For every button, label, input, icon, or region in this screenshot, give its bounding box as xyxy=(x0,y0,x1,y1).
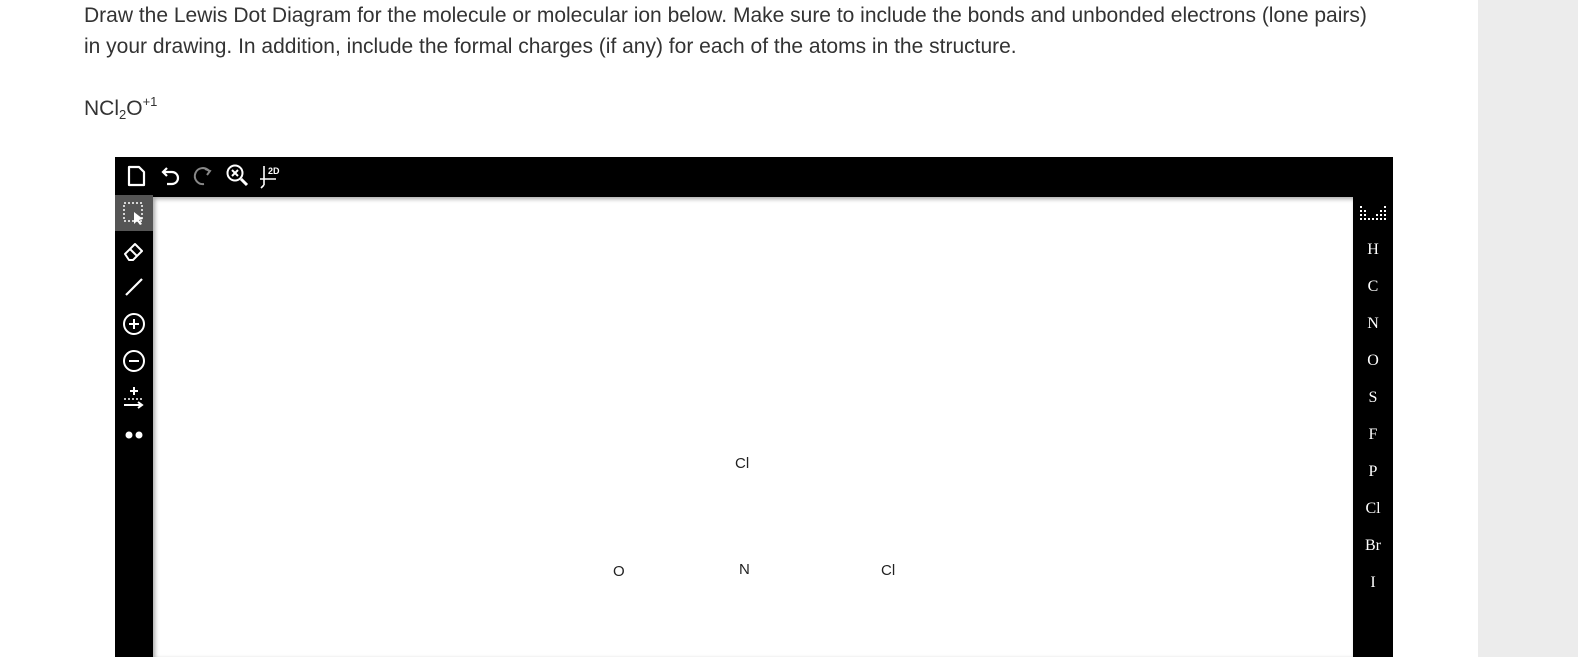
redo-icon xyxy=(193,167,212,186)
redo-button[interactable] xyxy=(189,161,219,191)
select-icon xyxy=(123,202,143,225)
new-document-button[interactable] xyxy=(121,161,151,191)
formula-charge: +1 xyxy=(142,94,158,109)
question-prompt: Draw the Lewis Dot Diagram for the molec… xyxy=(84,4,1367,58)
right-gutter xyxy=(1478,0,1578,657)
minus-charge-icon xyxy=(123,350,145,372)
molecule-formula: NCl2O+1 xyxy=(84,94,157,122)
drawing-canvas[interactable]: Cl O N Cl xyxy=(153,197,1353,657)
new-document-icon xyxy=(127,165,146,187)
periodic-table-icon xyxy=(1360,206,1386,220)
negative-charge-tool[interactable] xyxy=(115,343,153,379)
positive-charge-tool[interactable] xyxy=(115,306,153,342)
lone-pair-icon xyxy=(125,431,143,439)
periodic-table-button[interactable] xyxy=(1353,195,1393,231)
element-i-button[interactable]: I xyxy=(1353,564,1393,601)
element-n-button[interactable]: N xyxy=(1353,305,1393,342)
charge-shift-icon xyxy=(124,387,144,409)
molecule-editor: 2D Cl O N Cl H C N O S F P Cl Br I xyxy=(115,157,1393,657)
element-s-button[interactable]: S xyxy=(1353,379,1393,416)
zoom-reset-button[interactable] xyxy=(223,161,253,191)
single-bond-tool[interactable] xyxy=(115,269,153,305)
element-br-button[interactable]: Br xyxy=(1353,527,1393,564)
atom-n[interactable]: N xyxy=(739,561,750,578)
editor-right-toolbar: H C N O S F P Cl Br I xyxy=(1353,195,1393,657)
element-c-button[interactable]: C xyxy=(1353,268,1393,305)
element-p-button[interactable]: P xyxy=(1353,453,1393,490)
atom-cl-right[interactable]: Cl xyxy=(881,562,895,579)
clean-2d-label: 2D xyxy=(268,166,280,176)
formula-base: NCl xyxy=(84,97,119,120)
question-text: Draw the Lewis Dot Diagram for the molec… xyxy=(84,0,1384,62)
bond-icon xyxy=(125,278,143,296)
atom-o[interactable]: O xyxy=(613,563,625,580)
clean-2d-icon: 2D xyxy=(260,166,280,189)
editor-top-toolbar: 2D xyxy=(115,157,1399,195)
charge-shift-tool[interactable] xyxy=(115,380,153,416)
lone-pair-tool[interactable] xyxy=(115,417,153,453)
atom-cl-top[interactable]: Cl xyxy=(735,455,749,472)
element-f-button[interactable]: F xyxy=(1353,416,1393,453)
plus-charge-icon xyxy=(123,313,145,335)
clean-2d-button[interactable]: 2D xyxy=(257,161,287,191)
erase-tool[interactable] xyxy=(115,232,153,268)
eraser-icon xyxy=(124,243,143,261)
editor-left-toolbar xyxy=(115,195,153,657)
element-o-button[interactable]: O xyxy=(1353,342,1393,379)
select-tool[interactable] xyxy=(115,195,153,231)
undo-button[interactable] xyxy=(155,161,185,191)
formula-element2: O xyxy=(126,97,143,120)
element-h-button[interactable]: H xyxy=(1353,231,1393,268)
zoom-reset-icon xyxy=(226,164,249,187)
undo-icon xyxy=(161,167,180,186)
element-cl-button[interactable]: Cl xyxy=(1353,490,1393,527)
